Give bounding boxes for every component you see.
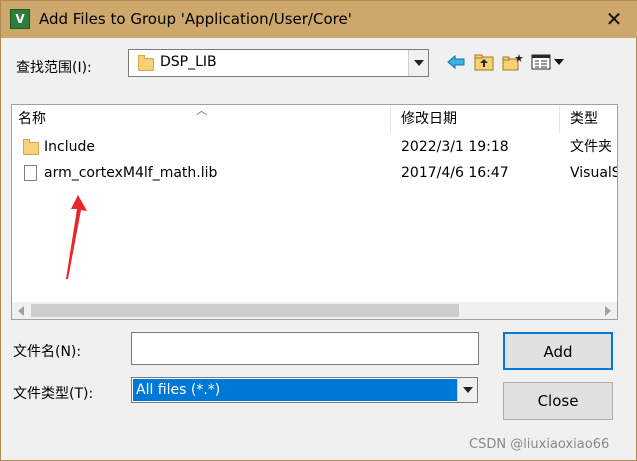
view-menu-icon[interactable] bbox=[531, 53, 567, 71]
close-button[interactable]: Close bbox=[503, 382, 613, 420]
filename-input[interactable] bbox=[131, 332, 479, 365]
close-window-button[interactable]: ✕ bbox=[601, 7, 627, 31]
sort-ascending-icon: ︿ bbox=[196, 104, 207, 117]
chevron-down-icon[interactable] bbox=[408, 50, 428, 76]
filetype-value: All files (*.*) bbox=[136, 382, 221, 398]
item-name: Include bbox=[44, 139, 95, 155]
add-files-dialog: V Add Files to Group 'Application/User/C… bbox=[0, 0, 637, 461]
window-title: Add Files to Group 'Application/User/Cor… bbox=[39, 10, 352, 28]
column-separator[interactable] bbox=[559, 105, 560, 133]
close-button-label: Close bbox=[537, 392, 579, 410]
scroll-left-icon[interactable] bbox=[18, 306, 24, 316]
scroll-right-icon[interactable] bbox=[605, 306, 611, 316]
add-button-label: Add bbox=[543, 343, 573, 361]
item-name: arm_cortexM4lf_math.lib bbox=[44, 165, 218, 181]
column-header-label: 修改日期 bbox=[401, 111, 457, 127]
scroll-thumb[interactable] bbox=[31, 304, 459, 317]
column-header-type[interactable]: 类型 bbox=[564, 105, 617, 133]
red-arrow-annotation bbox=[66, 195, 87, 279]
title-bar[interactable]: V Add Files to Group 'Application/User/C… bbox=[1, 1, 637, 38]
column-header-name[interactable]: 名称 ︿ bbox=[12, 105, 390, 133]
lookin-label: 查找范围(I): bbox=[16, 60, 92, 76]
folder-icon bbox=[138, 55, 154, 71]
item-date: 2022/3/1 19:18 bbox=[401, 139, 509, 155]
file-icon bbox=[24, 165, 37, 181]
file-list[interactable]: 名称 ︿ 修改日期 类型 Include 2022/3/1 19:18 文件夹 … bbox=[11, 104, 618, 320]
column-separator[interactable] bbox=[390, 105, 391, 133]
list-item[interactable]: arm_cortexM4lf_math.lib 2017/4/6 16:47 V… bbox=[12, 163, 617, 183]
lookin-combobox[interactable]: DSP_LIB bbox=[128, 49, 429, 77]
back-arrow-icon[interactable] bbox=[446, 53, 466, 71]
filetype-label: 文件类型(T): bbox=[13, 386, 94, 402]
filetype-select[interactable]: All files (*.*) bbox=[131, 377, 478, 403]
item-date: 2017/4/6 16:47 bbox=[401, 165, 509, 181]
item-type: VisualS bbox=[570, 165, 618, 181]
lookin-value: DSP_LIB bbox=[160, 54, 217, 70]
horizontal-scrollbar[interactable] bbox=[12, 302, 617, 319]
watermark: CSDN @liuxiaoxiao66 bbox=[469, 437, 610, 452]
item-type: 文件夹 bbox=[570, 139, 612, 155]
column-header-label: 类型 bbox=[570, 111, 598, 127]
folder-icon bbox=[23, 139, 39, 155]
up-folder-icon[interactable] bbox=[474, 53, 494, 71]
new-folder-icon[interactable] bbox=[502, 53, 523, 71]
filename-label: 文件名(N): bbox=[13, 344, 82, 360]
column-header-date[interactable]: 修改日期 bbox=[395, 105, 561, 133]
list-item[interactable]: Include 2022/3/1 19:18 文件夹 bbox=[12, 137, 617, 157]
add-button[interactable]: Add bbox=[503, 332, 613, 370]
chevron-down-icon[interactable] bbox=[457, 378, 477, 402]
column-header-label: 名称 bbox=[18, 111, 46, 127]
app-icon: V bbox=[10, 9, 30, 29]
